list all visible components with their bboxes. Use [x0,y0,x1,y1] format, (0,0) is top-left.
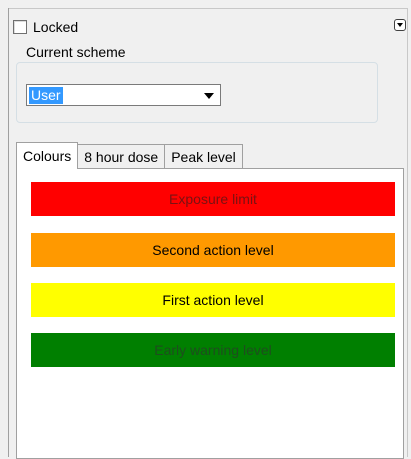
tab-colours[interactable]: Colours [16,142,79,169]
colours-tab-panel: Exposure limit Second action level First… [16,168,404,459]
first-action-level-label: First action level [162,292,264,308]
panel-top-border [9,8,407,9]
first-action-level-colour[interactable]: First action level [31,283,395,317]
dropdown-arrow-icon[interactable] [204,93,214,99]
collapse-button[interactable] [394,19,406,31]
tab-peak-level[interactable]: Peak level [164,144,243,168]
scheme-select[interactable]: User [26,84,221,106]
early-warning-level-label: Early warning level [154,342,272,358]
locked-checkbox-row[interactable]: Locked [13,19,78,35]
chevron-down-icon [397,23,403,27]
scheme-selected-value: User [29,87,63,104]
tab-strip: Colours 8 hour dose Peak level [16,142,243,169]
locked-checkbox[interactable] [13,20,27,34]
second-action-level-colour[interactable]: Second action level [31,233,395,267]
exposure-limit-colour[interactable]: Exposure limit [31,182,395,216]
current-scheme-label: Current scheme [22,44,130,60]
second-action-level-label: Second action level [152,242,274,258]
early-warning-level-colour[interactable]: Early warning level [31,333,395,367]
locked-label[interactable]: Locked [33,19,78,35]
tab-8-hour-dose[interactable]: 8 hour dose [77,144,166,168]
exposure-limit-label: Exposure limit [169,191,257,207]
